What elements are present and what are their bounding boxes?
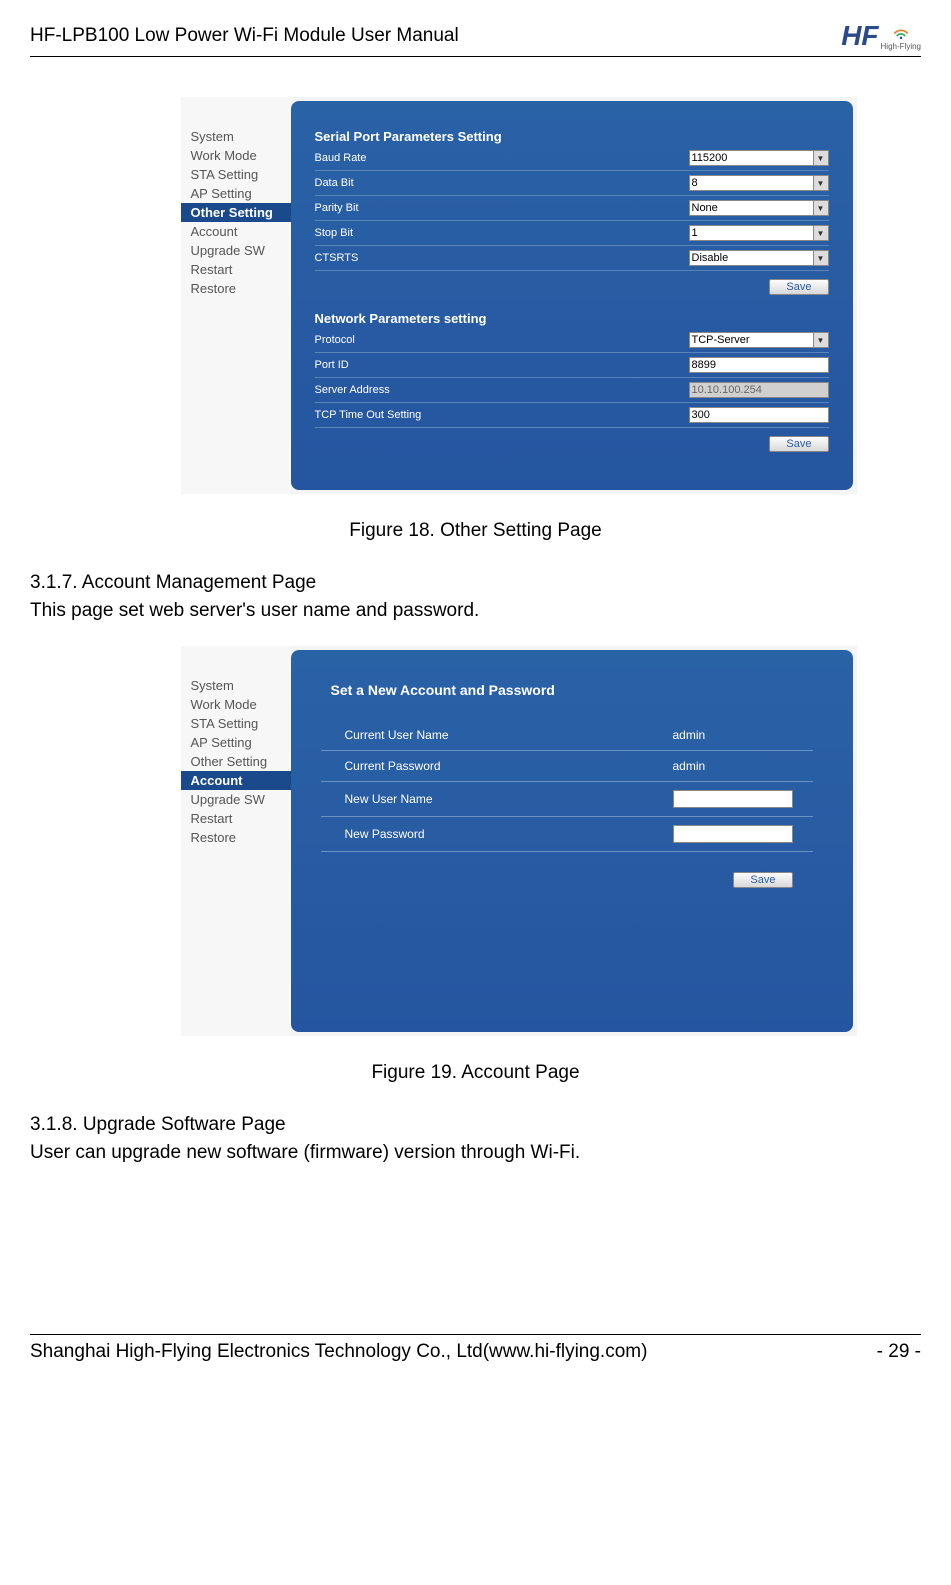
- row-label: Parity Bit: [315, 202, 359, 214]
- setting-row: Stop Bit 1▼: [315, 221, 829, 246]
- chevron-down-icon: ▼: [813, 176, 828, 190]
- row-label: CTSRTS: [315, 252, 359, 264]
- main-panel-account: Set a New Account and Password Current U…: [291, 650, 853, 1032]
- row-label: Data Bit: [315, 177, 354, 189]
- sidebar-item-other-setting[interactable]: Other Setting: [181, 203, 291, 222]
- figure19-screenshot: SystemWork ModeSTA SettingAP SettingOthe…: [181, 646, 857, 1036]
- sidebar-item-sta-setting[interactable]: STA Setting: [181, 714, 291, 733]
- sidebar: SystemWork ModeSTA SettingAP SettingOthe…: [181, 97, 291, 494]
- setting-row: TCP Time Out Setting 300: [315, 403, 829, 428]
- row-label: Current Password: [321, 759, 441, 773]
- footer-page-number: - 29 -: [877, 1341, 921, 1363]
- save-button[interactable]: Save: [769, 436, 828, 452]
- new-user-name-input[interactable]: [673, 790, 793, 808]
- sidebar-item-system[interactable]: System: [181, 676, 291, 695]
- section-317-body: This page set web server's user name and…: [30, 600, 921, 622]
- stop-bit-dropdown[interactable]: 1▼: [689, 225, 829, 241]
- footer-company: Shanghai High-Flying Electronics Technol…: [30, 1341, 647, 1363]
- sidebar-item-upgrade-sw[interactable]: Upgrade SW: [181, 790, 291, 809]
- row-label: Current User Name: [321, 728, 449, 742]
- sidebar-item-restore[interactable]: Restore: [181, 828, 291, 847]
- account-row: Current Password admin: [321, 751, 813, 782]
- new-password-input[interactable]: [673, 825, 793, 843]
- data-bit-dropdown[interactable]: 8▼: [689, 175, 829, 191]
- section-318-body: User can upgrade new software (firmware)…: [30, 1142, 921, 1164]
- setting-row: Data Bit 8▼: [315, 171, 829, 196]
- sidebar-item-account[interactable]: Account: [181, 222, 291, 241]
- sidebar-item-work-mode[interactable]: Work Mode: [181, 146, 291, 165]
- account-row: New User Name: [321, 782, 813, 817]
- account-row: New Password: [321, 817, 813, 852]
- chevron-down-icon: ▼: [813, 251, 828, 265]
- logo-text: HF: [841, 20, 878, 52]
- serial-section-title: Serial Port Parameters Setting: [315, 121, 829, 146]
- logo: HF High-Flying: [841, 20, 921, 52]
- sidebar-item-restore[interactable]: Restore: [181, 279, 291, 298]
- port-id-field[interactable]: 8899: [689, 357, 829, 373]
- row-label: Port ID: [315, 359, 349, 371]
- row-label: Server Address: [315, 384, 390, 396]
- setting-row: Baud Rate 115200▼: [315, 146, 829, 171]
- row-value: admin: [673, 759, 813, 773]
- sidebar-item-ap-setting[interactable]: AP Setting: [181, 733, 291, 752]
- figure19-caption: Figure 19. Account Page: [30, 1062, 921, 1084]
- sidebar-item-other-setting[interactable]: Other Setting: [181, 752, 291, 771]
- row-label: Protocol: [315, 334, 355, 346]
- sidebar: SystemWork ModeSTA SettingAP SettingOthe…: [181, 646, 291, 1036]
- save-button[interactable]: Save: [769, 279, 828, 295]
- header-title: HF-LPB100 Low Power Wi-Fi Module User Ma…: [30, 25, 459, 47]
- sidebar-item-work-mode[interactable]: Work Mode: [181, 695, 291, 714]
- setting-row: CTSRTS Disable▼: [315, 246, 829, 271]
- row-value-wrap: [673, 825, 813, 843]
- wifi-icon: High-Flying: [881, 22, 921, 51]
- server-address-field: 10.10.100.254: [689, 382, 829, 398]
- chevron-down-icon: ▼: [813, 151, 828, 165]
- sidebar-item-account[interactable]: Account: [181, 771, 291, 790]
- sidebar-item-restart[interactable]: Restart: [181, 809, 291, 828]
- row-label: New Password: [321, 827, 425, 841]
- figure18-caption: Figure 18. Other Setting Page: [30, 520, 921, 542]
- row-value: admin: [673, 728, 813, 742]
- row-value-wrap: [673, 790, 813, 808]
- section-318-heading: 3.1.8. Upgrade Software Page: [30, 1114, 921, 1136]
- row-label: Stop Bit: [315, 227, 354, 239]
- sidebar-item-system[interactable]: System: [181, 127, 291, 146]
- protocol-dropdown[interactable]: TCP-Server▼: [689, 332, 829, 348]
- setting-row: Protocol TCP-Server▼: [315, 328, 829, 353]
- setting-row: Port ID 8899: [315, 353, 829, 378]
- account-section-title: Set a New Account and Password: [331, 674, 813, 700]
- chevron-down-icon: ▼: [813, 201, 828, 215]
- sidebar-item-upgrade-sw[interactable]: Upgrade SW: [181, 241, 291, 260]
- logo-subtext: High-Flying: [881, 42, 921, 51]
- page-header: HF-LPB100 Low Power Wi-Fi Module User Ma…: [30, 20, 921, 57]
- chevron-down-icon: ▼: [813, 333, 828, 347]
- network-section-title: Network Parameters setting: [315, 303, 829, 328]
- ctsrts-dropdown[interactable]: Disable▼: [689, 250, 829, 266]
- section-317-heading: 3.1.7. Account Management Page: [30, 572, 921, 594]
- sidebar-item-sta-setting[interactable]: STA Setting: [181, 165, 291, 184]
- row-label: New User Name: [321, 792, 433, 806]
- figure18-screenshot: SystemWork ModeSTA SettingAP SettingOthe…: [181, 97, 857, 494]
- row-label: Baud Rate: [315, 152, 367, 164]
- page-footer: Shanghai High-Flying Electronics Technol…: [30, 1334, 921, 1363]
- setting-row: Server Address 10.10.100.254: [315, 378, 829, 403]
- save-button[interactable]: Save: [733, 872, 792, 888]
- tcp-time-out-setting-field[interactable]: 300: [689, 407, 829, 423]
- baud-rate-dropdown[interactable]: 115200▼: [689, 150, 829, 166]
- sidebar-item-restart[interactable]: Restart: [181, 260, 291, 279]
- chevron-down-icon: ▼: [813, 226, 828, 240]
- row-label: TCP Time Out Setting: [315, 409, 422, 421]
- setting-row: Parity Bit None▼: [315, 196, 829, 221]
- main-panel-other-setting: Serial Port Parameters Setting Baud Rate…: [291, 101, 853, 490]
- account-row: Current User Name admin: [321, 720, 813, 751]
- sidebar-item-ap-setting[interactable]: AP Setting: [181, 184, 291, 203]
- parity-bit-dropdown[interactable]: None▼: [689, 200, 829, 216]
